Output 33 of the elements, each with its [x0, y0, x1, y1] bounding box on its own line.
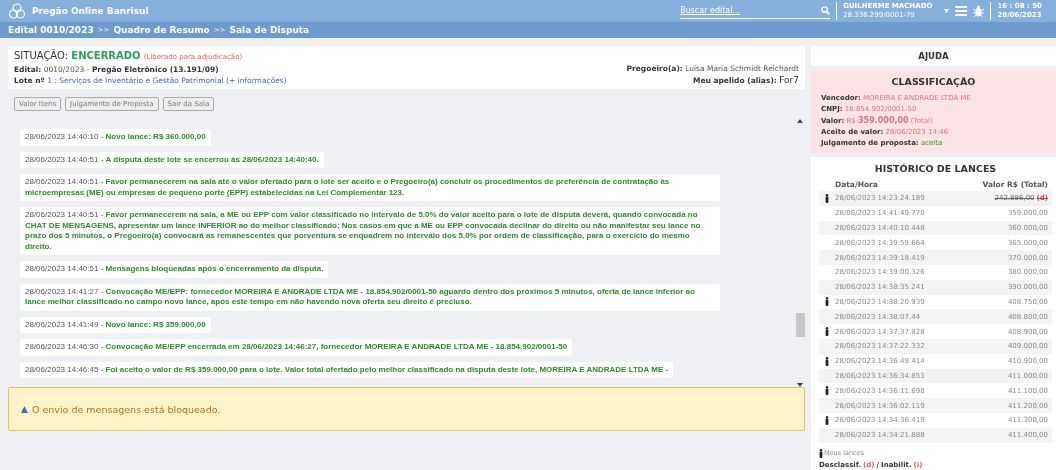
breadcrumb-link[interactable]: Sala de Disputa — [229, 25, 310, 35]
warning-icon — [21, 405, 28, 413]
scroll-up-icon[interactable] — [797, 119, 803, 123]
scrollbar-thumb[interactable] — [795, 313, 805, 337]
classification-title: CLASSIFICAÇÃO — [890, 76, 977, 87]
help-header[interactable]: AJUDA — [811, 46, 1056, 66]
person-icon — [825, 297, 829, 307]
breadcrumb-link[interactable]: Edital 0010/2023 — [8, 25, 94, 35]
chat-message: 28/06/2023 14:40:51 - Favor permanecerem na sala, a ME ou EPP com valor classificado no intervalo de 5.0% do valor aceito para o lote de disputa deverá, quando convocada no CHAT DE MENSAGENS, apresentar um lance INFERIOR ao do melhor classificado; Nos casos em que a ME ou EPP convocada declinar do direito ou não manifestar seu lance no prazo dos 5 minutos, o Pregoeiro(a) convocará as remanescentes que porventura se enquadrem no intervalo dos 5.0% por ordem de classificação, para o exercício do mesmo direito. — [20, 207, 720, 255]
chat-message: 28/06/2023 14:41:27 - Convocação ME/EPP: fornecedor MOREIRA E ANDRADE LTDA ME - 18.854.902/0001-50 aguardo dentro dos próximos 5 minutos, oferta de lance inferior ao lance melhor classificado no campo novo lance, após este tempo em não havendo nova oferta seu direito é precluso. — [20, 283, 720, 311]
chat-message: 28/06/2023 14:40:51 - Mensagens bloqueadas após o encerramento da disputa. — [20, 261, 329, 278]
history-title: HISTÓRICO DE LANCES — [873, 163, 998, 174]
chat-message: 28/06/2023 14:40:10 - Novo lance: R$ 360.000,00 — [20, 129, 211, 146]
chat-message: 28/06/2023 14:40:51 - A disputa deste lote se encerrou às 28/06/2023 14:40:40. — [20, 151, 324, 168]
person-icon — [819, 448, 823, 458]
search-field[interactable]: Buscar edital... — [680, 6, 822, 15]
person-icon — [825, 415, 829, 425]
caret-icon[interactable] — [944, 9, 950, 13]
search-icon[interactable] — [821, 6, 831, 15]
chat-message: 28/06/2023 14:41:49 - Novo lance: R$ 359.000,00 — [20, 316, 211, 333]
person-icon — [825, 327, 829, 337]
breadcrumb-link[interactable]: Quadro de Resumo — [113, 25, 210, 35]
chat-message: 28/06/2023 14:40:51 - Favor permanecerem na sala até o valor ofertado para o lote ser aceito e o Pregoeiro(a) concluir os procedimentos de preferência de contratação às microempresas (ME) ou empresas de pequeno porte (EPP) estabelecidas na Lei Complementar 123. — [20, 174, 720, 201]
alert-text: O envio de mensagens está bloqueado. — [32, 403, 221, 415]
person-icon — [825, 386, 829, 396]
person-icon — [825, 356, 829, 366]
person-icon — [825, 193, 829, 203]
bug-icon[interactable] — [973, 5, 985, 17]
logo-icon — [8, 3, 26, 19]
app-name: Pregão Online Banrisul — [32, 6, 149, 16]
chat-message: 28/06/2023 14:46:30 - Convocação ME/EPP encerrada em 28/06/2023 14:46:27, fornecedor MOREIRA E ANDRADE LTDA ME - 18.854.902/0001-50 — [20, 339, 573, 356]
chat-message: 28/06/2023 14:46:45 - Foi aceito o valor de R$ 359.000,00 para o lote. Valor total ofertado pelo melhor classificado na disputa deste lote, MOREIRA E ANDRADE LTDA ME - — [20, 361, 674, 378]
menu-icon[interactable] — [955, 6, 968, 16]
